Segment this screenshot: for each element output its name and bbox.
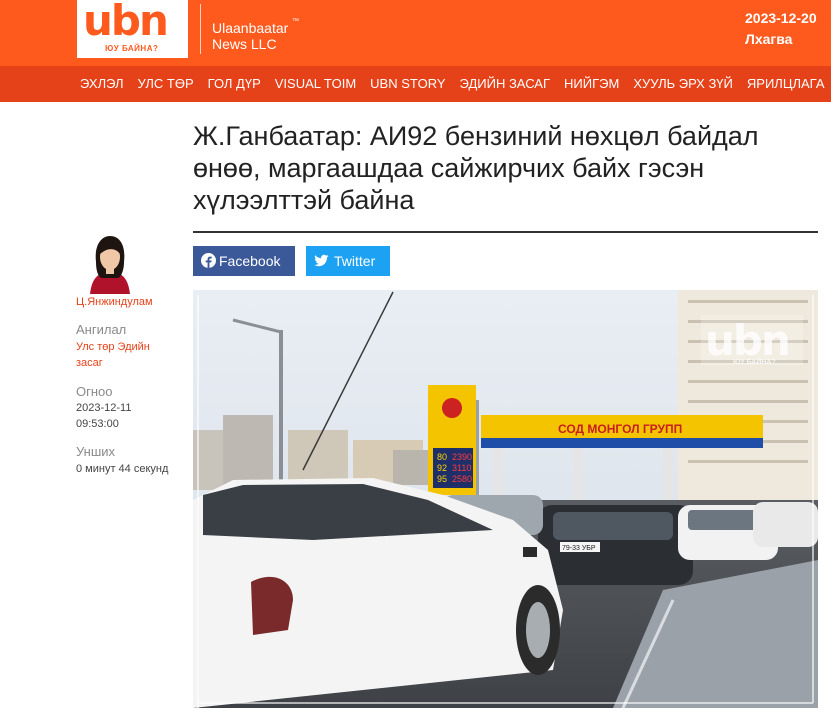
nav-item[interactable]: Нийгэм [564, 66, 619, 102]
article-photo: 80 2390 92 3110 95 2580 СОД МОНГОЛ ГРУПП [193, 290, 818, 708]
twitter-share-label: Twitter [334, 253, 376, 269]
nav-item[interactable]: Улс төр [138, 66, 194, 102]
nav-item[interactable]: Ярилцлага [747, 66, 825, 102]
logo-tagline: ЮУ БАЙНА? [105, 44, 159, 53]
posted-label: Огноо [76, 384, 113, 399]
nav-list: Эхлэл Улс төр Гол дүр Visual toim UBN Story Э… [80, 66, 831, 102]
posted-date: 2023-12-11 [76, 402, 132, 414]
facebook-icon [201, 253, 216, 268]
facebook-share-button[interactable]: Facebook [193, 246, 295, 276]
price-value: 2390 [452, 452, 472, 462]
nav-item[interactable]: UBN Story [370, 66, 445, 102]
header-date: 2023-12-20 [745, 10, 817, 26]
logo-divider [200, 4, 201, 54]
license-plate: 79-33 УБР [562, 545, 596, 552]
category-link[interactable]: Улс төр Эдийн засаг [76, 339, 176, 371]
twitter-icon [314, 254, 329, 267]
price-value: 3110 [452, 463, 471, 473]
nav-item[interactable]: Эдийн засаг [460, 66, 550, 102]
photo-watermark-sub: ЮУ БАЙНА? [733, 357, 776, 366]
header-weekday: Лхагва [745, 31, 793, 47]
read-time-label: Уншиx [76, 444, 116, 459]
author-name[interactable]: Ц.Янжиндулам [76, 296, 153, 308]
nav-item[interactable]: Эхлэл [80, 66, 124, 102]
facebook-share-label: Facebook [219, 253, 281, 269]
price-value: 2580 [452, 474, 472, 484]
photo-watermark: ubn [705, 316, 789, 365]
category-label: Ангилал [76, 322, 127, 337]
author-avatar[interactable] [82, 232, 138, 294]
site-logo[interactable]: ubn ЮУ БАЙНА? [77, 0, 188, 58]
org-name-line1: Ulaanbaatar [212, 20, 289, 36]
site-header: ubn ЮУ БАЙНА? Ulaanbaatar News LLC ™ 202… [0, 0, 831, 66]
twitter-share-button[interactable]: Twitter [306, 246, 390, 276]
trademark-mark: ™ [292, 18, 299, 25]
price-label: 95 [437, 474, 447, 484]
price-label: 80 [437, 452, 447, 462]
main-nav: Эхлэл Улс төр Гол дүр Visual toim UBN Story Э… [0, 66, 831, 102]
posted-time: 09:53:00 [76, 418, 119, 430]
article-headline: Ж.Ганбаатар: АИ92 бензиний нөхцөл байдал… [193, 121, 759, 215]
org-name-line2: News LLC [212, 36, 277, 52]
station-sign-text: СОД МОНГОЛ ГРУПП [558, 422, 682, 436]
org-name: Ulaanbaatar News LLC ™ [212, 18, 302, 52]
nav-item[interactable]: Visual toim [275, 66, 356, 102]
read-time-value: 0 минут 44 секунд [76, 463, 169, 475]
headline-divider [193, 231, 818, 233]
nav-item[interactable]: Гол дүр [208, 66, 261, 102]
nav-item[interactable]: Хууль эрх зүй [633, 66, 733, 102]
logo-text: ubn [83, 0, 169, 45]
price-label: 92 [437, 463, 447, 473]
